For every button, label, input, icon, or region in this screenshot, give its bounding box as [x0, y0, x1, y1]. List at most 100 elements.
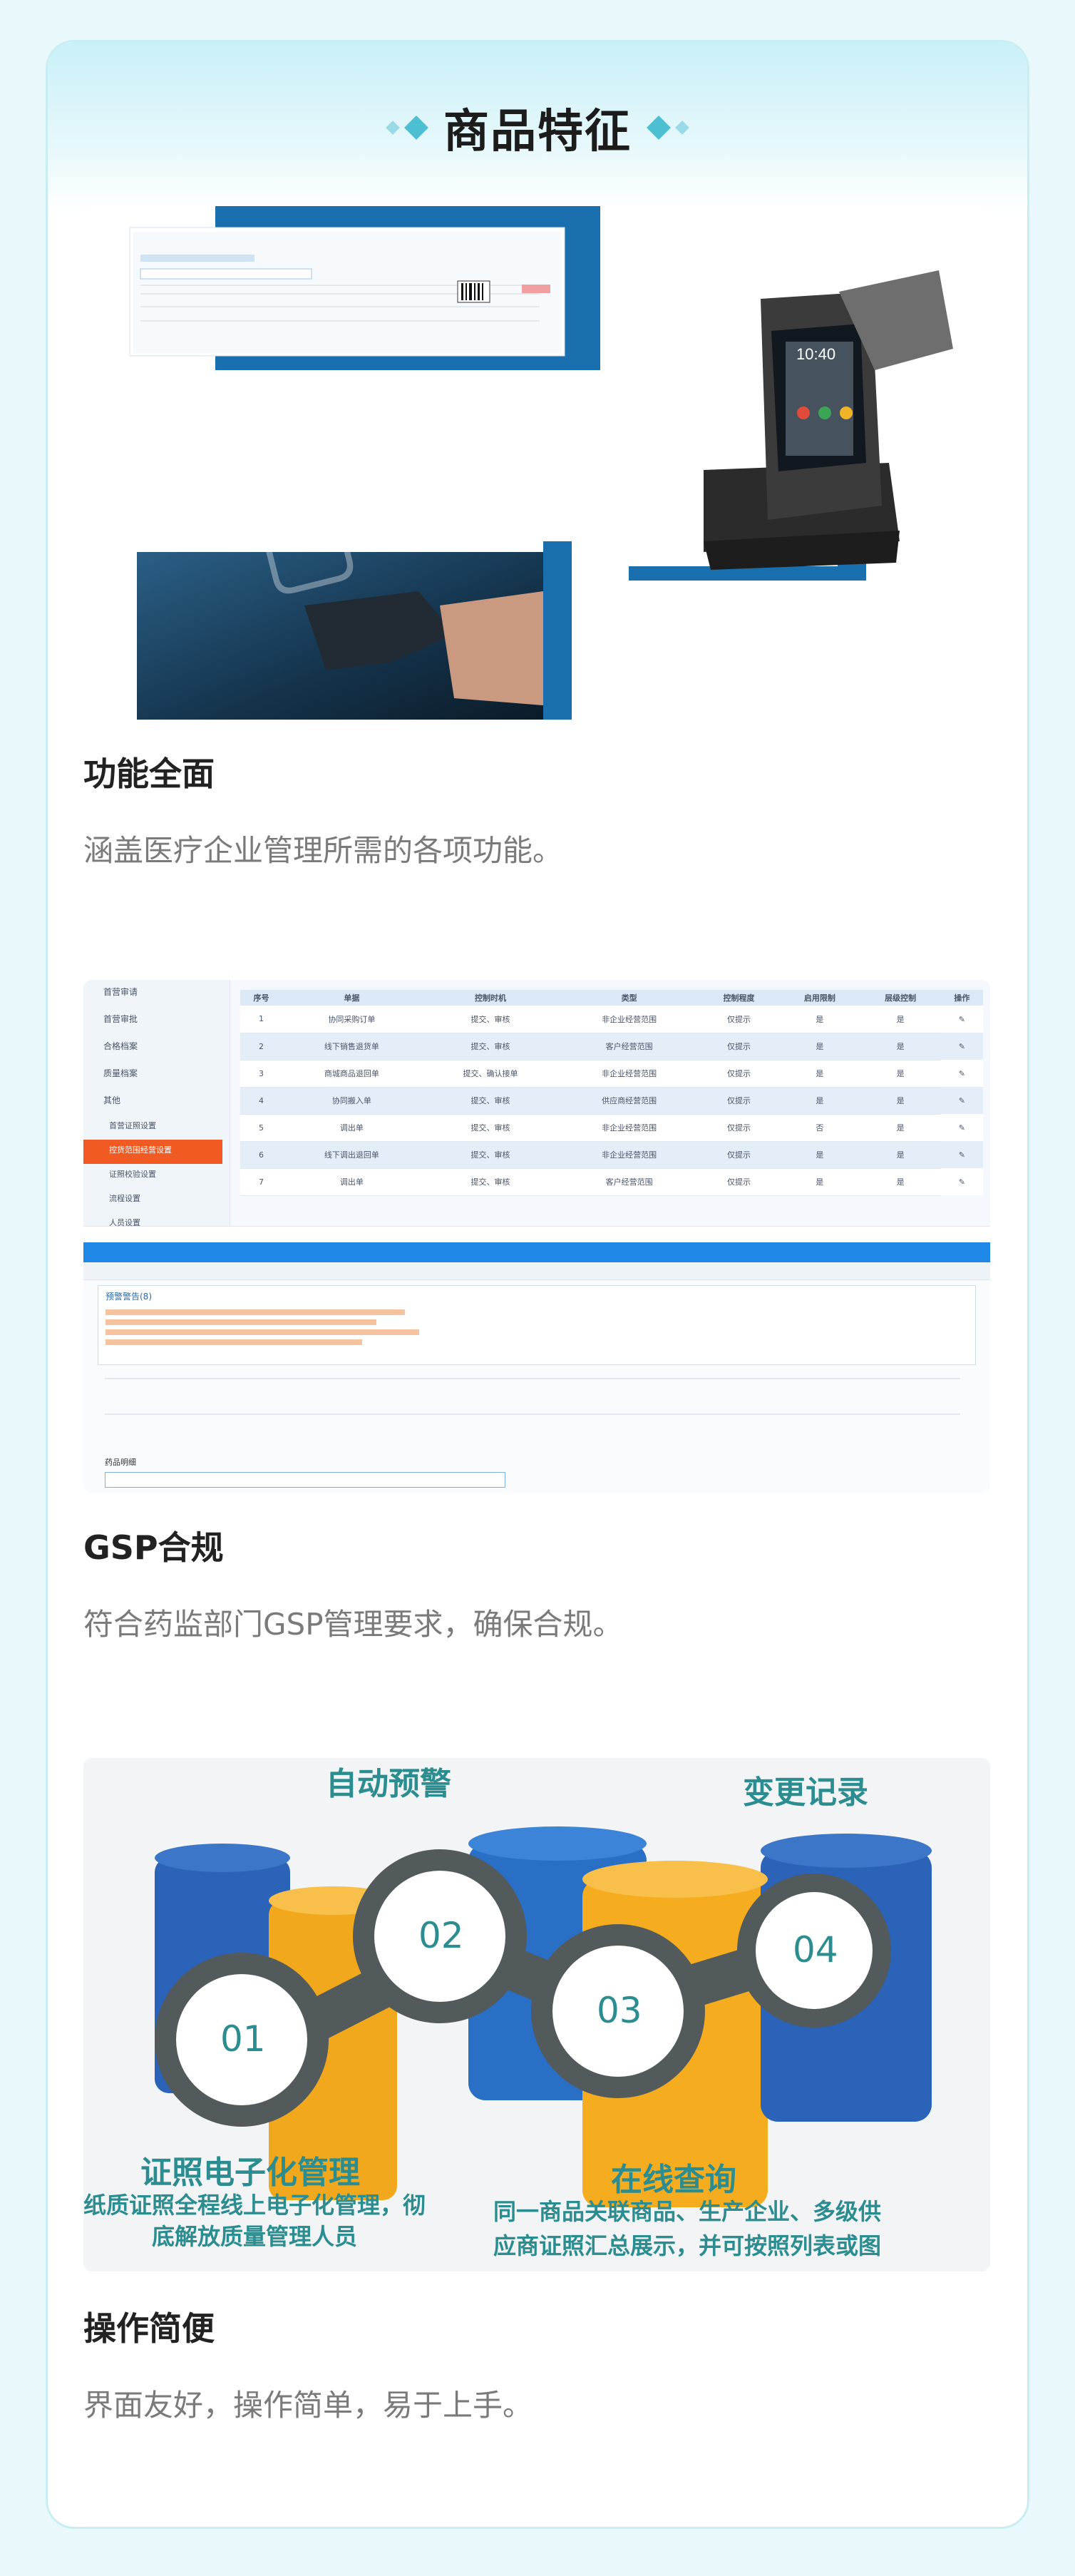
table-cell: 是 — [779, 1060, 860, 1088]
feature-desc-2: 符合药监部门GSP管理要求，确保合规。 — [83, 1607, 623, 1642]
table-cell: 仅提示 — [698, 1087, 780, 1115]
table-header: 类型 — [621, 993, 637, 1003]
table-cell: 是 — [779, 1141, 860, 1169]
edit-icon[interactable]: ✎ — [941, 1006, 983, 1033]
table-cell: 4 — [240, 1087, 283, 1115]
table-header: 控制时机 — [475, 993, 506, 1003]
table-cell: 线下调出退回单 — [282, 1141, 421, 1169]
table-cell: 协同搬入单 — [282, 1087, 421, 1115]
table-header: 单据 — [344, 993, 360, 1003]
table-cell: 是 — [860, 1006, 941, 1033]
step-number-01: 01 — [220, 2018, 266, 2060]
table-cell: 供应商经营范围 — [560, 1087, 699, 1115]
sidebar-item[interactable]: 首营审批 — [83, 1007, 230, 1034]
table-cell: 是 — [860, 1114, 941, 1142]
table-cell: 线下销售退货单 — [282, 1033, 421, 1060]
divider — [105, 1378, 960, 1379]
app-top-bar — [83, 1242, 990, 1262]
edit-icon[interactable]: ✎ — [941, 1087, 983, 1114]
edit-icon[interactable]: ✎ — [941, 1114, 983, 1141]
step-number-04: 04 — [793, 1929, 838, 1971]
edit-icon[interactable]: ✎ — [941, 1060, 983, 1087]
sidebar-item[interactable]: 人员设置 — [83, 1212, 230, 1237]
step-title-04: 变更记录 — [743, 1774, 868, 1811]
table-header: 启用限制 — [803, 993, 835, 1003]
sidebar-item[interactable]: 质量档案 — [83, 1061, 230, 1088]
table-cell: 是 — [860, 1141, 941, 1169]
sidebar-item[interactable]: 其他 — [83, 1088, 230, 1115]
table-cell: 提交、审核 — [421, 1087, 560, 1115]
table-row[interactable]: 5 调出单 提交、审核 非企业经营范围 仅提示否是 ✎ — [240, 1114, 983, 1142]
sidebar-item[interactable]: 首营证照设置 — [83, 1115, 230, 1140]
sidebar-item[interactable]: 流程设置 — [83, 1188, 230, 1212]
sidebar-item[interactable]: 合格档案 — [83, 1034, 230, 1061]
table-cell: 客户经营范围 — [560, 1033, 699, 1060]
table-row[interactable]: 3 商城商品退回单 提交、确认接单 非企业经营范围 仅提示是是 ✎ — [240, 1060, 983, 1088]
table-cell: 仅提示 — [698, 1141, 780, 1169]
divider — [105, 1414, 960, 1415]
table-cell: 仅提示 — [698, 1168, 780, 1196]
device-time: 10:40 — [796, 345, 835, 363]
table-cell: 3 — [240, 1060, 283, 1088]
table-row[interactable]: 7 调出单 提交、审核 客户经营范围 仅提示是是 ✎ — [240, 1168, 983, 1196]
settings-sidebar: 首营审请 首营审批 合格档案 质量档案 其他 首营证照设置 控货范围经营设置 证… — [83, 980, 230, 1252]
title-row: 商品特征 — [48, 92, 1027, 163]
hardware-collage: 10:40 — [129, 206, 953, 720]
step-title-03: 在线查询 — [611, 2162, 736, 2198]
table-cell: 非企业经营范围 — [560, 1006, 699, 1033]
table-header: 层级控制 — [885, 993, 917, 1003]
table-row[interactable]: 4 协同搬入单 提交、审核 供应商经营范围 仅提示是是 ✎ — [240, 1087, 983, 1115]
bottom-tab[interactable]: 药品明细 — [105, 1456, 136, 1468]
table-cell: 非企业经营范围 — [560, 1141, 699, 1169]
feature-desc-1: 涵盖医疗企业管理所需的各项功能。 — [83, 833, 563, 868]
right-diamond-decoration — [647, 116, 689, 140]
table-cell: 5 — [240, 1114, 283, 1142]
small-diamond-icon — [675, 121, 689, 135]
table-row[interactable]: 6 线下调出退回单 提交、审核 非企业经营范围 仅提示是是 ✎ — [240, 1141, 983, 1169]
product-features-card: 商品特征 10:40 ▢ 功能全面 涵盖医疗企业管理所需的各项功能。 首营审请 … — [46, 40, 1029, 2529]
table-cell: 6 — [240, 1141, 283, 1169]
table-cell: 提交、确认接单 — [421, 1060, 560, 1088]
left-diamond-decoration — [386, 116, 428, 140]
table-cell: 是 — [860, 1060, 941, 1088]
table-cell: 仅提示 — [698, 1114, 780, 1142]
table-cell: 是 — [779, 1168, 860, 1196]
warning-line — [106, 1329, 419, 1335]
table-cell: 提交、审核 — [421, 1033, 560, 1060]
feature-title-3: 操作简便 — [83, 2309, 215, 2348]
edit-icon[interactable]: ✎ — [941, 1033, 983, 1060]
table-cell: 客户经营范围 — [560, 1168, 699, 1196]
feature-image-infographic: 01 02 03 04 自动预警 变更记录 证照电子化管理 纸质证照全程线上电子… — [83, 1758, 990, 2271]
table-cell: 非企业经营范围 — [560, 1114, 699, 1142]
feature-image-gsp-software: 首营审请 首营审批 合格档案 质量档案 其他 首营证照设置 控货范围经营设置 证… — [83, 980, 990, 1493]
sidebar-item[interactable]: 证照校验设置 — [83, 1164, 230, 1188]
table-row[interactable]: 2 线下销售退货单 提交、审核 客户经营范围 仅提示是是 ✎ — [240, 1033, 983, 1060]
table-header-row: 序号 单据 控制时机 类型 控制程度 启用限制 层级控制 操作 — [240, 990, 983, 1006]
feature-image-hardware: 10:40 ▢ — [83, 206, 990, 720]
table-cell: 是 — [860, 1033, 941, 1060]
table-row[interactable]: 1 协同采购订单 提交、审核 非企业经营范围 仅提示是是 ✎ — [240, 1006, 983, 1033]
sidebar-item-active[interactable]: 控货范围经营设置 — [83, 1140, 222, 1164]
table-cell: 提交、审核 — [421, 1006, 560, 1033]
card-header: 商品特征 — [48, 42, 1027, 213]
step-desc-01: 纸质证照全程线上电子化管理，彻底解放质量管理人员 — [83, 2192, 426, 2250]
table-cell: 2 — [240, 1033, 283, 1060]
table-cell: 提交、审核 — [421, 1114, 560, 1142]
table-cell: 是 — [779, 1006, 860, 1033]
warning-line — [106, 1309, 405, 1315]
sidebar-item[interactable]: 首营审请 — [83, 980, 230, 1007]
edit-icon[interactable]: ✎ — [941, 1168, 983, 1195]
table-cell: 非企业经营范围 — [560, 1060, 699, 1088]
table-cell: 是 — [860, 1168, 941, 1196]
table-cell: 商城商品退回单 — [282, 1060, 421, 1088]
warning-panel: 预警警告(8) — [98, 1285, 976, 1365]
table-cell: 7 — [240, 1168, 283, 1196]
table-header: 序号 — [253, 993, 269, 1003]
search-field[interactable] — [105, 1472, 505, 1488]
table-cell: 1 — [240, 1006, 283, 1033]
edit-icon[interactable]: ✎ — [941, 1141, 983, 1168]
small-diamond-icon — [386, 121, 400, 135]
table-cell: 否 — [779, 1114, 860, 1142]
step-number-02: 02 — [418, 1915, 464, 1956]
step-desc-03: 同一商品关联商品、生产企业、多级供应商证照汇总展示，并可按照列表或图片不同展示效… — [493, 2198, 882, 2259]
